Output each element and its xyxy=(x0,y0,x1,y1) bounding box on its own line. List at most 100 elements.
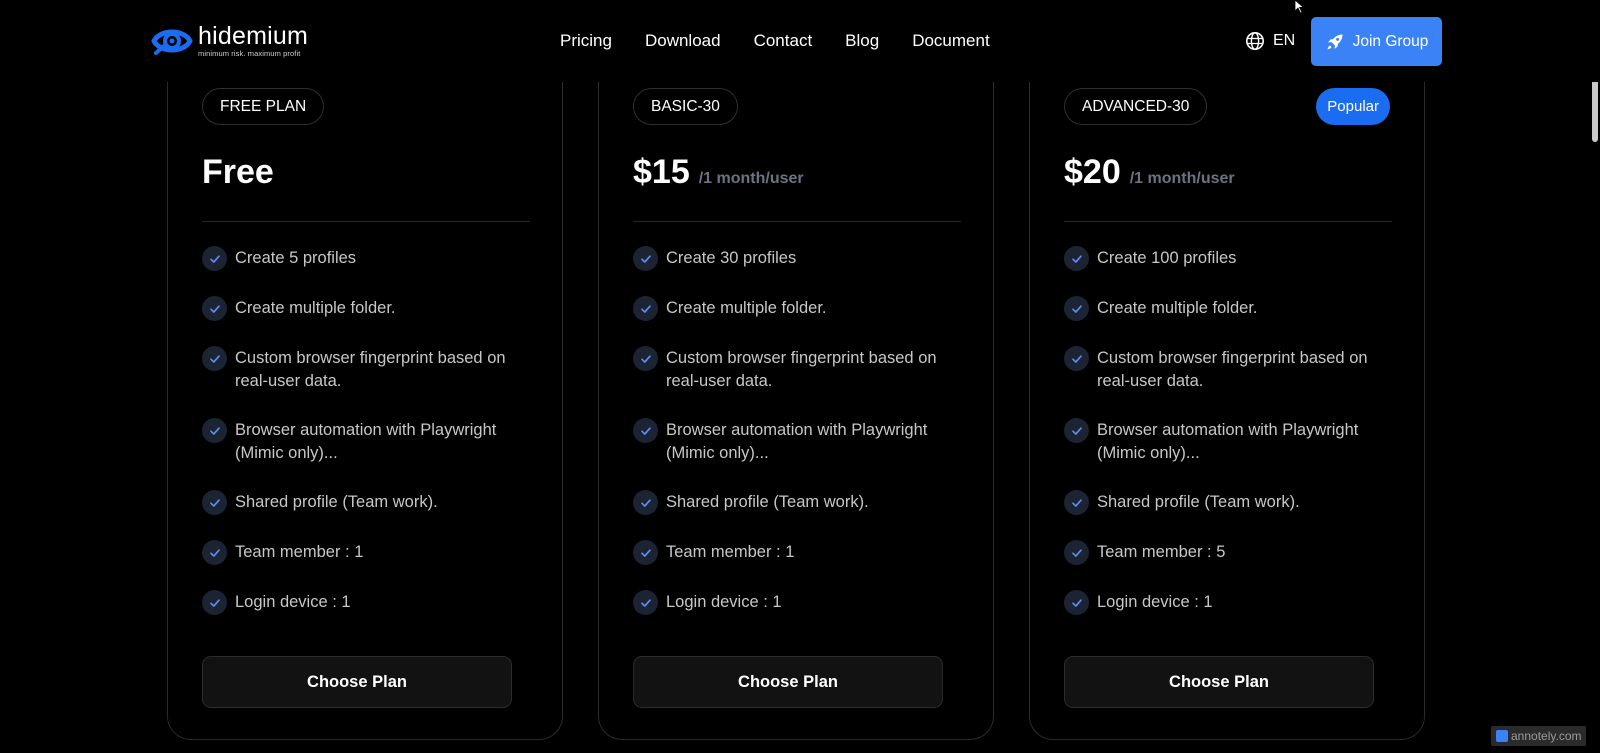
feature-text: Team member : 1 xyxy=(235,543,364,561)
check-circle-icon xyxy=(202,418,227,443)
feature-item: Team member : 5 xyxy=(1064,540,1394,565)
plan-name-pill: BASIC-30 xyxy=(633,88,738,125)
feature-text: Create 100 profiles xyxy=(1097,249,1237,267)
check-circle-icon xyxy=(633,296,658,321)
divider xyxy=(202,221,530,222)
check-circle-icon xyxy=(1064,246,1089,271)
popular-badge: Popular xyxy=(1316,88,1390,125)
check-circle-icon xyxy=(1064,590,1089,615)
language-selector[interactable]: EN xyxy=(1245,31,1295,51)
plan-price: Free xyxy=(202,153,274,191)
feature-list: Create 5 profiles Create multiple folder.… xyxy=(202,246,532,615)
check-circle-icon xyxy=(1064,346,1089,371)
check-circle-icon xyxy=(633,418,658,443)
check-circle-icon xyxy=(202,346,227,371)
feature-item: Custom browser fingerprint based on real… xyxy=(202,346,532,393)
choose-plan-button[interactable]: Choose Plan xyxy=(633,656,943,708)
feature-item: Login device : 1 xyxy=(633,590,963,615)
brand-name: hidemium xyxy=(198,22,308,50)
feature-text: Create multiple folder. xyxy=(666,299,827,317)
nav-item-download[interactable]: Download xyxy=(645,31,721,51)
check-circle-icon xyxy=(202,540,227,565)
feature-item: Custom browser fingerprint based on real… xyxy=(1064,346,1394,393)
feature-text: Shared profile (Team work). xyxy=(235,493,438,511)
site-header: hidemium minimum risk. maximum profit Pr… xyxy=(0,0,1600,82)
feature-item: Team member : 1 xyxy=(202,540,532,565)
check-circle-icon xyxy=(633,490,658,515)
mouse-cursor-icon xyxy=(1294,0,1305,14)
feature-text: Custom browser fingerprint based on real… xyxy=(1097,349,1368,390)
feature-text: Create 5 profiles xyxy=(235,249,357,267)
check-circle-icon xyxy=(633,246,658,271)
nav-item-document[interactable]: Document xyxy=(912,31,989,51)
plan-card-basic-30: BASIC-30 $15 /1 month/user Create 30 pro… xyxy=(598,40,994,740)
check-circle-icon xyxy=(202,490,227,515)
plan-period: /1 month/user xyxy=(1129,170,1235,187)
annotely-logo-icon xyxy=(1496,730,1508,742)
feature-text: Custom browser fingerprint based on real… xyxy=(235,349,506,390)
feature-text: Shared profile (Team work). xyxy=(1097,493,1300,511)
feature-item: Browser automation with Playwright (Mimi… xyxy=(202,418,532,465)
feature-item: Team member : 1 xyxy=(633,540,963,565)
join-group-button[interactable]: Join Group xyxy=(1311,17,1442,66)
check-circle-icon xyxy=(202,590,227,615)
watermark-text: annotely.com xyxy=(1511,729,1582,743)
feature-item: Create 30 profiles xyxy=(633,246,963,271)
plan-period: /1 month/user xyxy=(698,170,804,187)
feature-item: Shared profile (Team work). xyxy=(633,490,963,515)
feature-text: Team member : 5 xyxy=(1097,543,1226,561)
check-circle-icon xyxy=(1064,418,1089,443)
eye-logo-icon xyxy=(151,29,193,55)
feature-list: Create 30 profiles Create multiple folder… xyxy=(633,246,963,615)
feature-item: Browser automation with Playwright (Mimi… xyxy=(1064,418,1394,465)
language-label: EN xyxy=(1273,32,1296,49)
check-circle-icon xyxy=(633,540,658,565)
feature-text: Create 30 profiles xyxy=(666,249,797,267)
feature-text: Login device : 1 xyxy=(666,593,782,611)
feature-item: Shared profile (Team work). xyxy=(202,490,532,515)
price-row: Free xyxy=(202,153,274,192)
feature-item: Create multiple folder. xyxy=(1064,296,1394,321)
feature-item: Browser automation with Playwright (Mimi… xyxy=(633,418,963,465)
nav-item-pricing[interactable]: Pricing xyxy=(560,31,612,51)
nav-item-blog[interactable]: Blog xyxy=(845,31,879,51)
logo-text: hidemium minimum risk. maximum profit xyxy=(198,22,308,59)
feature-item: Custom browser fingerprint based on real… xyxy=(633,346,963,393)
feature-text: Browser automation with Playwright (Mimi… xyxy=(1097,421,1359,462)
check-circle-icon xyxy=(633,590,658,615)
divider xyxy=(1064,221,1392,222)
check-circle-icon xyxy=(202,246,227,271)
feature-item: Create 5 profiles xyxy=(202,246,532,271)
join-group-label: Join Group xyxy=(1352,32,1429,50)
price-row: $15 /1 month/user xyxy=(633,153,804,192)
check-circle-icon xyxy=(633,346,658,371)
main-nav: Pricing Download Contact Blog Document xyxy=(560,31,1023,51)
brand-logo[interactable]: hidemium minimum risk. maximum profit xyxy=(150,22,308,60)
page: FREE PLAN Free Create 5 profiles Create m… xyxy=(0,0,1600,753)
watermark: annotely.com xyxy=(1491,726,1587,746)
feature-item: Create multiple folder. xyxy=(633,296,963,321)
feature-text: Shared profile (Team work). xyxy=(666,493,869,511)
check-circle-icon xyxy=(1064,540,1089,565)
feature-text: Custom browser fingerprint based on real… xyxy=(666,349,937,390)
check-circle-icon xyxy=(1064,490,1089,515)
rocket-icon xyxy=(1327,34,1343,49)
feature-item: Login device : 1 xyxy=(1064,590,1394,615)
choose-plan-button[interactable]: Choose Plan xyxy=(202,656,512,708)
plan-card-free: FREE PLAN Free Create 5 profiles Create m… xyxy=(167,40,563,740)
plan-name-pill: FREE PLAN xyxy=(202,88,325,125)
feature-text: Login device : 1 xyxy=(1097,593,1213,611)
plan-price: $15 xyxy=(633,153,690,191)
brand-tagline: minimum risk. maximum profit xyxy=(198,49,301,58)
feature-text: Browser automation with Playwright (Mimi… xyxy=(235,421,497,462)
feature-item: Create 100 profiles xyxy=(1064,246,1394,271)
scrollbar[interactable] xyxy=(1588,0,1600,753)
plan-card-advanced-30: ADVANCED-30 Popular $20 /1 month/user Cr… xyxy=(1029,40,1425,740)
nav-item-contact[interactable]: Contact xyxy=(754,31,813,51)
feature-text: Create multiple folder. xyxy=(235,299,396,317)
feature-text: Create multiple folder. xyxy=(1097,299,1258,317)
check-circle-icon xyxy=(202,296,227,321)
choose-plan-button[interactable]: Choose Plan xyxy=(1064,656,1374,708)
feature-text: Browser automation with Playwright (Mimi… xyxy=(666,421,928,462)
feature-item: Login device : 1 xyxy=(202,590,532,615)
